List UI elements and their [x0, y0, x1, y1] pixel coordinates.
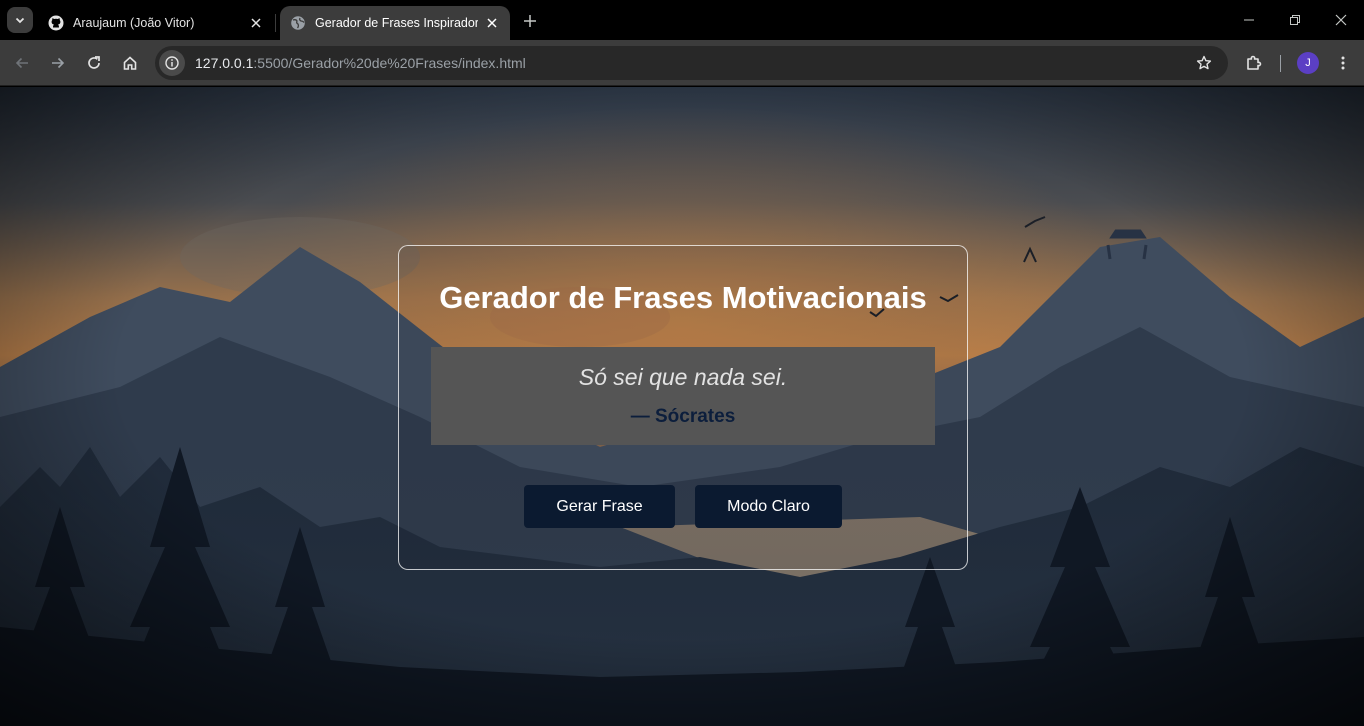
reload-button[interactable]: [78, 47, 110, 79]
puzzle-icon: [1247, 55, 1262, 70]
close-tab-icon[interactable]: [248, 15, 264, 31]
profile-avatar[interactable]: J: [1297, 52, 1319, 74]
minimize-button[interactable]: [1226, 0, 1272, 40]
chevron-down-icon: [15, 17, 25, 24]
toolbar-divider: [1280, 55, 1281, 72]
tab-separator: [275, 14, 276, 32]
close-tab-icon[interactable]: [484, 15, 500, 31]
page-title: Gerador de Frases Motivacionais: [439, 280, 927, 315]
plus-icon: [524, 15, 536, 27]
forward-button[interactable]: [42, 47, 74, 79]
arrow-right-icon: [52, 57, 65, 69]
minimize-icon: [1244, 19, 1254, 21]
arrow-left-icon: [15, 57, 28, 69]
address-bar[interactable]: 127.0.0.1:5500/Gerador%20de%20Frases/ind…: [155, 46, 1228, 80]
more-vertical-icon: [1341, 56, 1345, 70]
url-text[interactable]: 127.0.0.1:5500/Gerador%20de%20Frases/ind…: [195, 55, 526, 71]
quote-text: Só sei que nada sei.: [578, 364, 788, 390]
info-icon: [165, 56, 179, 70]
tab-gerador[interactable]: Gerador de Frases Inspiradoras: [280, 6, 510, 40]
page-viewport: Gerador de Frases Motivacionais Só sei q…: [0, 87, 1364, 726]
tab-title: Araujaum (João Vitor): [73, 16, 195, 30]
tab-search-button[interactable]: [7, 7, 33, 33]
quote-box: Só sei que nada sei. — Sócrates: [431, 347, 935, 445]
globe-icon: [290, 15, 306, 31]
reload-icon: [88, 56, 100, 69]
tab-strip: Araujaum (João Vitor) Gerador de Frases …: [0, 0, 1364, 40]
theme-toggle-button[interactable]: Modo Claro: [695, 485, 842, 528]
menu-button[interactable]: [1327, 47, 1359, 79]
star-icon: [1196, 55, 1212, 70]
url-host: 127.0.0.1: [195, 55, 254, 71]
window-controls: [1226, 0, 1364, 40]
quote-author: — Sócrates: [630, 406, 736, 427]
home-icon: [123, 56, 137, 70]
restore-button[interactable]: [1272, 0, 1318, 40]
quote-card: Gerador de Frases Motivacionais Só sei q…: [398, 245, 968, 570]
extensions-button[interactable]: [1238, 47, 1270, 79]
browser-toolbar: 127.0.0.1:5500/Gerador%20de%20Frases/ind…: [0, 40, 1364, 86]
home-button[interactable]: [114, 47, 146, 79]
generate-quote-button[interactable]: Gerar Frase: [524, 485, 675, 528]
bookmark-button[interactable]: [1192, 51, 1216, 75]
new-tab-button[interactable]: [519, 10, 541, 32]
site-info-button[interactable]: [159, 50, 185, 76]
close-icon: [1335, 14, 1347, 26]
github-icon: [48, 15, 64, 31]
close-window-button[interactable]: [1318, 0, 1364, 40]
restore-icon: [1290, 15, 1300, 25]
tab-title: Gerador de Frases Inspiradoras: [315, 16, 478, 30]
back-button[interactable]: [6, 47, 38, 79]
tab-github[interactable]: Araujaum (João Vitor): [38, 6, 274, 40]
url-path: :5500/Gerador%20de%20Frases/index.html: [253, 55, 526, 71]
